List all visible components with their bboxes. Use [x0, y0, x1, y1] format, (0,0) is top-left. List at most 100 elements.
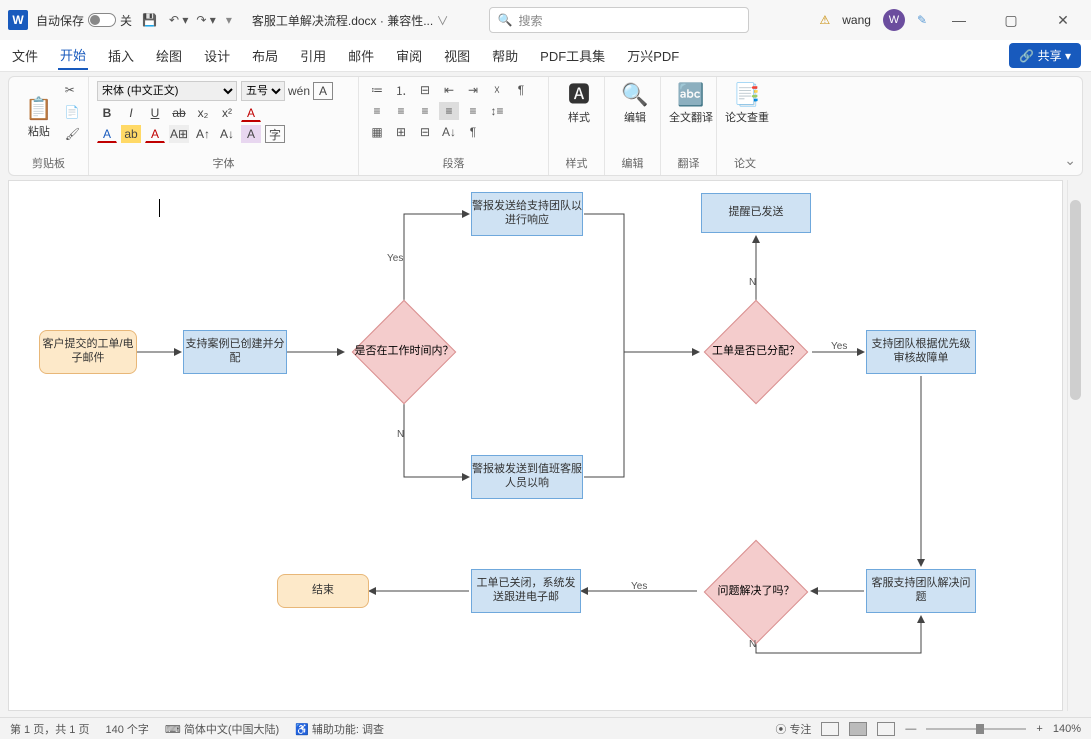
font-color-button[interactable]: A [97, 125, 117, 143]
asian-layout-button[interactable]: ☓ [487, 81, 507, 99]
char-shading-button[interactable]: A⊞ [169, 125, 189, 143]
shape-alert-support[interactable]: 警报发送给支持团队以进行响应 [471, 192, 583, 236]
tab-design[interactable]: 设计 [202, 42, 232, 69]
editing-button[interactable]: 🔍 编辑 [613, 81, 657, 125]
redo-button[interactable]: ↷ ▾ [196, 13, 215, 27]
zoom-level[interactable]: 140% [1053, 723, 1081, 735]
focus-mode[interactable]: ⦿ 专注 [775, 721, 811, 737]
font-color2-button[interactable]: A [145, 125, 165, 143]
align-left-button[interactable]: ≡ [367, 102, 387, 120]
phonetic-guide-button[interactable]: wén [289, 82, 309, 100]
shape-ticket-closed[interactable]: 工单已关闭，系统发送跟进电子邮 [471, 569, 581, 613]
pen-icon[interactable]: ✎ [917, 13, 927, 27]
shape-within-hours[interactable]: 是否在工作时间内？ [345, 311, 463, 393]
tab-layout[interactable]: 布局 [250, 42, 280, 69]
grow-font-button[interactable]: A↑ [193, 125, 213, 143]
shape-case-created[interactable]: 支持案例已创建并分配 [183, 330, 287, 374]
document-canvas[interactable]: 客户提交的工单/电子邮件 支持案例已创建并分配 是否在工作时间内？ 警报发送给支… [8, 180, 1063, 711]
toggle-icon[interactable] [88, 13, 116, 27]
numbering-button[interactable]: ⒈ [391, 81, 411, 99]
user-avatar[interactable]: W [883, 9, 905, 31]
autosave-toggle[interactable]: 自动保存 关 [36, 12, 132, 29]
tab-references[interactable]: 引用 [298, 42, 328, 69]
bullets-button[interactable]: ≔ [367, 81, 387, 99]
align-right-button[interactable]: ≡ [415, 102, 435, 120]
undo-button[interactable]: ↶ ▾ [169, 13, 188, 27]
subscript-button[interactable]: x₂ [193, 104, 213, 122]
shape-resolve-issue[interactable]: 客服支持团队解决问题 [866, 569, 976, 613]
superscript-button[interactable]: x² [217, 104, 237, 122]
increase-indent-button[interactable]: ⇥ [463, 81, 483, 99]
styles-button[interactable]: 🅰 样式 [557, 81, 601, 125]
tab-home[interactable]: 开始 [58, 41, 88, 70]
shrink-font-button[interactable]: A↓ [217, 125, 237, 143]
sort-button[interactable]: A↓ [439, 123, 459, 141]
tab-review[interactable]: 审阅 [394, 42, 424, 69]
view-read-button[interactable] [821, 722, 839, 736]
underline-button[interactable]: U [145, 104, 165, 122]
word-app-icon[interactable]: W [8, 10, 28, 30]
shape-ticket-assigned[interactable]: 工单是否已分配？ [697, 311, 815, 393]
shape-review-priority[interactable]: 支持团队根据优先级审核故障单 [866, 330, 976, 374]
justify-button[interactable]: ≡ [439, 102, 459, 120]
shape-end[interactable]: 结束 [277, 574, 369, 608]
close-button[interactable]: ✕ [1043, 12, 1083, 29]
maximize-button[interactable]: ▢ [991, 12, 1031, 29]
status-page[interactable]: 第 1 页，共 1 页 [10, 721, 89, 737]
multilevel-button[interactable]: ⊟ [415, 81, 435, 99]
clear-formatting-button[interactable]: A [241, 125, 261, 143]
ribbon-expand-button[interactable]: ⌄ [1064, 152, 1076, 169]
font-name-select[interactable]: 宋体 (中文正文) [97, 81, 237, 101]
tab-draw[interactable]: 绘图 [154, 42, 184, 69]
tab-mailings[interactable]: 邮件 [346, 42, 376, 69]
warning-icon[interactable]: ⚠ [819, 13, 830, 27]
distribute-button[interactable]: ≡ [463, 102, 483, 120]
shape-problem-solved[interactable]: 问题解决了吗？ [697, 551, 815, 633]
save-icon[interactable]: 💾 [142, 13, 157, 27]
thesis-button[interactable]: 📑 论文查重 [725, 81, 769, 125]
zoom-out-button[interactable]: — [905, 723, 916, 735]
font-size-select[interactable]: 五号 [241, 81, 285, 101]
view-web-button[interactable] [877, 722, 895, 736]
search-input[interactable]: 🔍 搜索 [489, 7, 749, 33]
snap-grid-button[interactable]: ⊟ [415, 123, 435, 141]
view-print-button[interactable] [849, 722, 867, 736]
text-effects-button[interactable]: A [241, 104, 261, 122]
shape-alert-oncall[interactable]: 警报被发送到值班客服人员以响 [471, 455, 583, 499]
copy-button[interactable]: 📄 [65, 103, 80, 121]
minimize-button[interactable]: — [939, 12, 979, 28]
show-marks-button[interactable]: ¶ [511, 81, 531, 99]
tab-view[interactable]: 视图 [442, 42, 472, 69]
shape-start[interactable]: 客户提交的工单/电子邮件 [39, 330, 137, 374]
shape-reminder-sent[interactable]: 提醒已发送 [701, 193, 811, 233]
char-border-button[interactable]: A [313, 82, 333, 100]
tab-file[interactable]: 文件 [10, 42, 40, 69]
translate-button[interactable]: 🔤 全文翻译 [669, 81, 713, 125]
paste-button[interactable]: 📋 粘贴 [17, 81, 61, 153]
tab-insert[interactable]: 插入 [106, 42, 136, 69]
zoom-in-button[interactable]: + [1036, 723, 1042, 735]
format-painter-button[interactable]: 🖌 [65, 125, 80, 143]
status-words[interactable]: 140 个字 [105, 721, 148, 737]
borders-button[interactable]: ⊞ [391, 123, 411, 141]
enclose-char-button[interactable]: 字 [265, 125, 285, 143]
qa-overflow[interactable]: ▾ [226, 13, 232, 27]
strike-button[interactable]: ab [169, 104, 189, 122]
tab-pdftools[interactable]: PDF工具集 [538, 42, 607, 69]
shading-button[interactable]: ▦ [367, 123, 387, 141]
status-a11y[interactable]: ♿ 辅助功能: 调查 [295, 721, 384, 737]
tab-wanxing[interactable]: 万兴PDF [625, 42, 681, 69]
align-center-button[interactable]: ≡ [391, 102, 411, 120]
status-lang[interactable]: ⌨ 简体中文(中国大陆) [165, 721, 279, 737]
vertical-scrollbar[interactable] [1067, 180, 1083, 711]
italic-button[interactable]: I [121, 104, 141, 122]
tab-help[interactable]: 帮助 [490, 42, 520, 69]
line-spacing-button[interactable]: ↕≡ [487, 102, 507, 120]
zoom-slider[interactable] [926, 728, 1026, 730]
decrease-indent-button[interactable]: ⇤ [439, 81, 459, 99]
cut-button[interactable]: ✂ [65, 81, 80, 99]
show-paragraph-button[interactable]: ¶ [463, 123, 483, 141]
bold-button[interactable]: B [97, 104, 117, 122]
share-button[interactable]: 🔗 共享 ▾ [1009, 43, 1081, 68]
highlight-button[interactable]: ab [121, 125, 141, 143]
